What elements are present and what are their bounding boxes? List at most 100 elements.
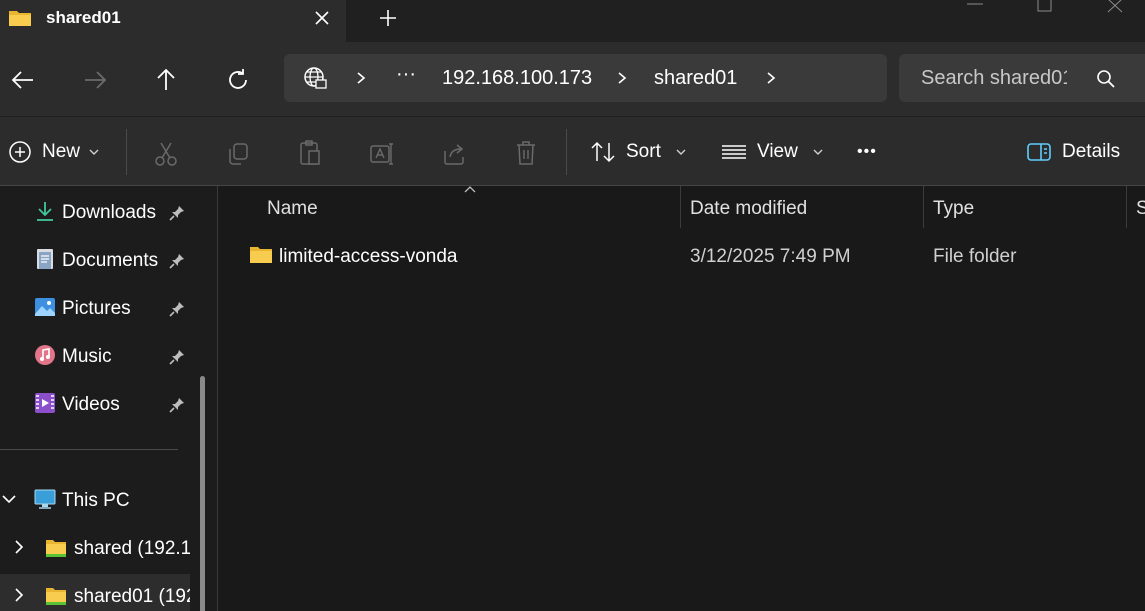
sidebar-item-shared01[interactable]: shared01 (192.168.100.173) [0, 574, 190, 611]
sidebar-item-label: Videos [62, 394, 120, 415]
paste-icon[interactable] [298, 139, 322, 167]
music-icon [35, 345, 55, 365]
chevron-down-icon [89, 149, 99, 155]
pin-icon[interactable] [168, 348, 186, 366]
column-header-label: Name [267, 198, 318, 219]
column-header-label: Size [1136, 198, 1145, 219]
forward-arrow-icon[interactable] [79, 64, 111, 96]
tab-shared01[interactable]: shared01 [0, 0, 346, 42]
sidebar-item-shared[interactable]: shared (192.168.100.173) [0, 526, 190, 566]
file-list: Name Date modified Type Size limited-acc… [219, 186, 1145, 611]
breadcrumb-shared01[interactable]: shared01 [654, 67, 737, 90]
window-close-icon[interactable] [1095, 0, 1135, 14]
chevron-right-icon[interactable] [764, 71, 778, 85]
details-label: Details [1062, 141, 1121, 162]
more-icon: ••• [857, 143, 877, 160]
sidebar-scrollbar[interactable] [200, 376, 205, 611]
sidebar-item-label: Music [62, 346, 112, 367]
sidebar-item-label: Documents [62, 250, 159, 271]
network-globe-icon [304, 67, 327, 89]
network-drive-icon [46, 588, 66, 605]
copy-icon[interactable] [226, 141, 250, 167]
column-header-label: Type [933, 198, 975, 219]
cut-icon[interactable] [154, 141, 178, 167]
address-bar[interactable]: ··· 192.168.100.173 shared01 [284, 54, 887, 102]
search-placeholder: Search shared01 [921, 67, 1067, 89]
up-arrow-icon[interactable] [150, 64, 182, 96]
plus-circle-icon [9, 141, 31, 163]
more-options-button[interactable]: ••• [857, 137, 877, 167]
download-icon [37, 202, 53, 221]
share-icon[interactable] [441, 141, 467, 167]
column-header-label: Date modified [690, 198, 808, 219]
close-icon[interactable] [310, 6, 334, 30]
network-drive-icon [46, 540, 66, 557]
sort-label: Sort [626, 141, 661, 162]
divider [566, 129, 567, 175]
view-label: View [757, 141, 798, 162]
sidebar-divider [0, 449, 178, 450]
sidebar-item-label: Downloads [62, 202, 156, 223]
tab-title: shared01 [46, 8, 121, 27]
column-header-type[interactable]: Type [924, 186, 1126, 228]
sidebar-item-label: Pictures [62, 298, 131, 319]
column-header-date[interactable]: Date modified [681, 186, 923, 228]
chevron-right-icon[interactable] [615, 71, 629, 85]
navigation-pane: Downloads Documents Pictures Music Video… [0, 186, 218, 611]
sidebar-item-label: shared01 (192.168.100.173) [74, 586, 190, 607]
back-arrow-icon[interactable] [7, 64, 39, 96]
sort-button[interactable]: Sort [590, 137, 687, 167]
sidebar-item-label: shared (192.168.100.173) [74, 538, 190, 559]
view-button[interactable]: View [721, 137, 824, 167]
maximize-icon[interactable] [1024, 0, 1064, 14]
minimize-icon[interactable] [955, 0, 995, 14]
sidebar-item-videos[interactable]: Videos [0, 382, 200, 422]
view-list-icon [722, 145, 746, 159]
refresh-icon[interactable] [222, 64, 254, 96]
document-icon [37, 249, 53, 269]
new-tab-icon[interactable] [376, 6, 400, 30]
sidebar-item-documents[interactable]: Documents [0, 238, 200, 278]
pin-icon[interactable] [168, 396, 186, 414]
breadcrumb-overflow[interactable]: ··· [396, 63, 416, 86]
folder-icon [250, 247, 272, 263]
chevron-down-icon [676, 149, 686, 155]
tab-strip: shared01 [0, 0, 1145, 42]
file-type: File folder [933, 246, 1017, 267]
rename-icon[interactable] [369, 141, 395, 167]
sidebar-item-pictures[interactable]: Pictures [0, 286, 200, 326]
sidebar-item-this-pc[interactable]: This PC [0, 478, 200, 518]
breadcrumb-ip[interactable]: 192.168.100.173 [442, 67, 592, 90]
computer-icon [34, 489, 56, 509]
delete-icon[interactable] [514, 139, 538, 167]
chevron-right-icon[interactable] [12, 540, 26, 554]
pin-icon[interactable] [168, 300, 186, 318]
file-date: 3/12/2025 7:49 PM [690, 246, 851, 267]
command-bar: New Sort View ••• Details [0, 116, 1145, 186]
navigation-bar: ··· 192.168.100.173 shared01 Search shar… [0, 42, 1145, 116]
pictures-icon [35, 298, 55, 316]
new-label: New [42, 141, 81, 162]
videos-icon [35, 393, 55, 413]
search-icon[interactable] [1095, 68, 1117, 90]
sort-icon [591, 141, 615, 163]
folder-icon [9, 11, 31, 26]
pin-icon[interactable] [168, 204, 186, 222]
pin-icon[interactable] [168, 252, 186, 270]
search-input[interactable]: Search shared01 [899, 54, 1145, 102]
chevron-right-icon[interactable] [354, 71, 368, 85]
divider [126, 129, 127, 175]
chevron-down-icon [813, 149, 823, 155]
chevron-down-icon[interactable] [2, 492, 16, 506]
file-row[interactable]: limited-access-vonda 3/12/2025 7:49 PM F… [219, 236, 1145, 276]
file-name: limited-access-vonda [279, 246, 458, 267]
column-header-name[interactable]: Name [219, 186, 680, 228]
column-header-size[interactable]: Size [1127, 186, 1145, 228]
sidebar-item-label: This PC [62, 490, 130, 511]
details-pane-icon [1027, 143, 1051, 161]
details-button[interactable]: Details [1026, 137, 1120, 167]
sidebar-item-downloads[interactable]: Downloads [0, 190, 200, 230]
new-button[interactable]: New [8, 137, 100, 167]
sidebar-item-music[interactable]: Music [0, 334, 200, 374]
chevron-right-icon[interactable] [12, 588, 26, 602]
